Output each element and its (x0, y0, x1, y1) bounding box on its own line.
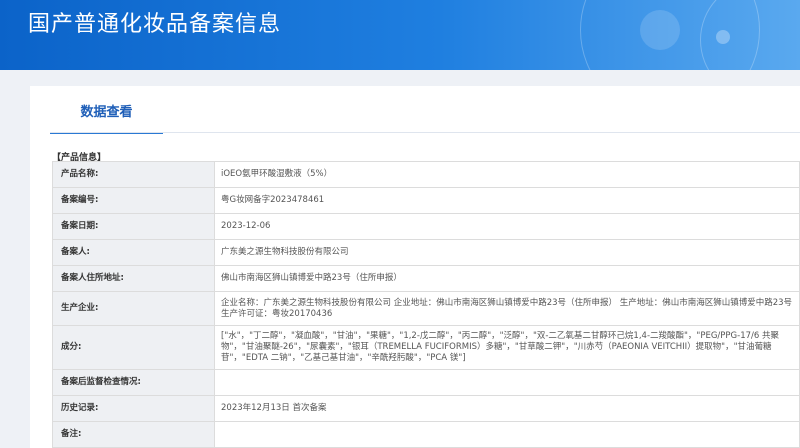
product-info-table: 产品名称: iOEO氨甲环酸湿敷液（5%） 备案编号: 粤G妆网备字202347… (52, 161, 800, 448)
remarks-value (214, 421, 800, 448)
table-row: 成分: ["水"，"丁二醇"，"凝血酸"，"甘油"，"果糖"，"1,2-戊二醇"… (52, 325, 800, 370)
table-row: 备案人: 广东美之源生物科技股份有限公司 (52, 239, 800, 266)
header-banner: 国产普通化妆品备案信息 (0, 0, 800, 70)
field-label: 备案日期: (52, 213, 215, 240)
filer-address-value: 佛山市南海区狮山镇博爱中路23号（住所申报） (214, 265, 800, 292)
ingredients-value: ["水"，"丁二醇"，"凝血酸"，"甘油"，"果糖"，"1,2-戊二醇"，"丙二… (214, 325, 800, 370)
field-label: 备案编号: (52, 187, 215, 214)
table-row: 备案编号: 粤G妆网备字2023478461 (52, 187, 800, 214)
field-label: 成分: (52, 325, 215, 370)
field-label: 备案人: (52, 239, 215, 266)
history-value: 2023年12月13日 首次备案 (214, 395, 800, 422)
banner-decoration (700, 0, 800, 70)
table-row: 备案人住所地址: 佛山市南海区狮山镇博爱中路23号（住所申报） (52, 265, 800, 292)
record-number-value: 粤G妆网备字2023478461 (214, 187, 800, 214)
field-label: 生产企业: (52, 291, 215, 326)
tab-data-view[interactable]: 数据查看 (50, 86, 163, 134)
page-title: 国产普通化妆品备案信息 (28, 12, 282, 37)
tab-bar: 数据查看 (50, 86, 800, 134)
field-label: 产品名称: (52, 161, 215, 188)
field-label: 备注: (52, 421, 215, 448)
field-label: 备案后监督检查情况: (52, 369, 215, 396)
post-inspection-value (214, 369, 800, 396)
product-name-value: iOEO氨甲环酸湿敷液（5%） (214, 161, 800, 188)
record-date-value: 2023-12-06 (214, 213, 800, 240)
banner-decoration (716, 30, 730, 44)
tab-divider (50, 132, 800, 133)
field-label: 备案人住所地址: (52, 265, 215, 292)
table-row: 备案日期: 2023-12-06 (52, 213, 800, 240)
manufacturer-value: 企业名称：广东美之源生物科技股份有限公司 企业地址：佛山市南海区狮山镇博爱中路2… (214, 291, 800, 326)
table-row: 生产企业: 企业名称：广东美之源生物科技股份有限公司 企业地址：佛山市南海区狮山… (52, 291, 800, 326)
table-row: 历史记录: 2023年12月13日 首次备案 (52, 395, 800, 422)
table-row: 备案后监督检查情况: (52, 369, 800, 396)
filer-value: 广东美之源生物科技股份有限公司 (214, 239, 800, 266)
banner-decoration (640, 10, 680, 50)
table-row: 产品名称: iOEO氨甲环酸湿敷液（5%） (52, 161, 800, 188)
content-card: 数据查看 【产品信息】 产品名称: iOEO氨甲环酸湿敷液（5%） 备案编号: … (30, 86, 800, 448)
field-label: 历史记录: (52, 395, 215, 422)
table-row: 备注: (52, 421, 800, 448)
